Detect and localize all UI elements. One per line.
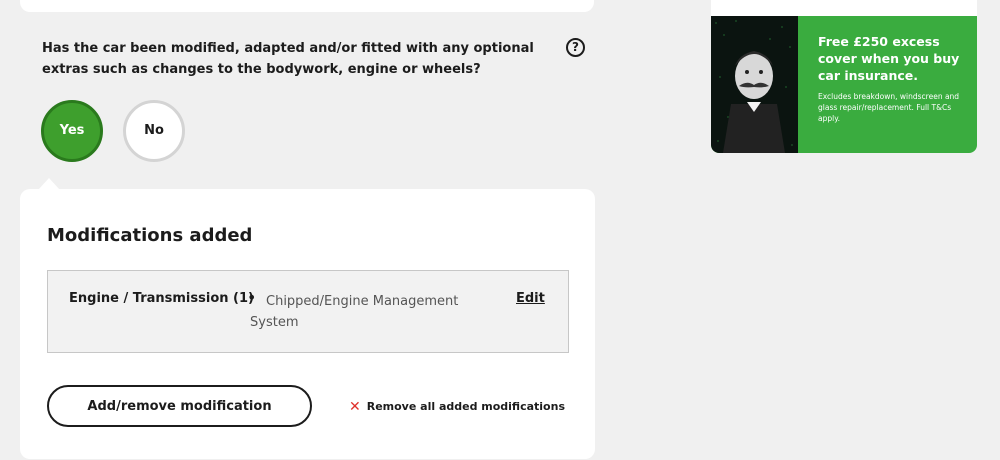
add-remove-modification-button[interactable]: Add/remove modification bbox=[47, 385, 312, 427]
modification-category: Engine / Transmission (1) bbox=[69, 291, 254, 306]
modifications-title: Modifications added bbox=[47, 225, 253, 246]
modifications-panel: Modifications added Engine / Transmissio… bbox=[20, 189, 595, 459]
modification-question: Has the car been modified, adapted and/o… bbox=[42, 41, 534, 77]
edit-modification-link[interactable]: Edit bbox=[516, 291, 545, 306]
close-x-icon: ✕ bbox=[349, 399, 361, 415]
mascot-image bbox=[711, 16, 798, 153]
remove-all-label: Remove all added modifications bbox=[366, 400, 565, 413]
no-option-button[interactable]: No bbox=[123, 100, 185, 162]
help-question-icon[interactable]: ? bbox=[566, 38, 585, 57]
promo-banner[interactable]: Free £250 excess cover when you buy car … bbox=[711, 0, 977, 153]
previous-question-card bbox=[20, 0, 594, 12]
remove-all-modifications-link[interactable]: ✕ Remove all added modifications bbox=[349, 399, 565, 415]
modification-list-item: Engine / Transmission (1) • Chipped/Engi… bbox=[47, 270, 569, 353]
modification-description: Chipped/Engine Management System bbox=[250, 294, 459, 330]
promo-small-print: Excludes breakdown, windscreen and glass… bbox=[818, 92, 960, 123]
yes-option-button[interactable]: Yes bbox=[41, 100, 103, 162]
promo-headline: Free £250 excess cover when you buy car … bbox=[818, 34, 960, 83]
promo-top-strip bbox=[711, 0, 977, 16]
mascot-illustration bbox=[715, 20, 793, 153]
